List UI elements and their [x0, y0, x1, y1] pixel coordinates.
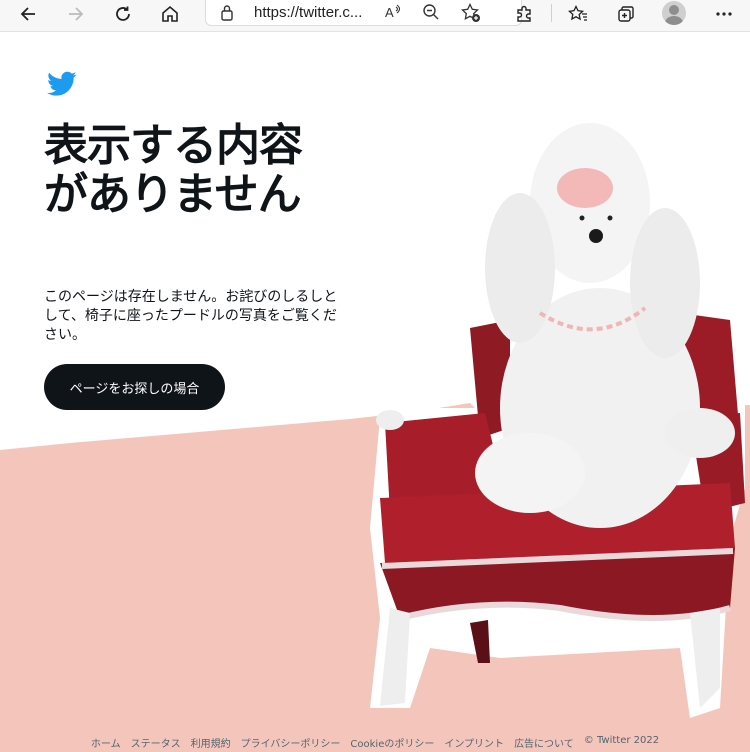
page-content: 表示する内容がありません このページは存在しません。お詫びのしるしとして、椅子に…: [0, 33, 750, 752]
twitter-logo-icon[interactable]: [47, 71, 77, 97]
home-button[interactable]: [155, 0, 185, 28]
forward-button[interactable]: [61, 0, 91, 28]
ellipsis-icon: [716, 12, 732, 16]
lock-icon[interactable]: [220, 4, 234, 25]
read-aloud-icon[interactable]: A: [384, 3, 402, 25]
footer-link-terms[interactable]: 利用規約: [191, 735, 231, 751]
more-button[interactable]: [709, 0, 739, 28]
footer-link-status[interactable]: ステータス: [131, 735, 181, 751]
arrow-left-icon: [20, 7, 35, 21]
favorites-button[interactable]: [563, 0, 593, 28]
home-icon: [162, 5, 178, 22]
favorites-star-icon: [568, 5, 587, 21]
copyright: © Twitter 2022: [583, 735, 660, 746]
refresh-button[interactable]: [108, 0, 138, 28]
page-title: 表示する内容がありません: [44, 120, 303, 220]
address-bar[interactable]: https://twitter.c... A: [205, 0, 522, 26]
url-text[interactable]: https://twitter.c...: [254, 4, 362, 21]
footer-link-cookies[interactable]: Cookieのポリシー: [350, 735, 434, 751]
favorite-add-icon[interactable]: [461, 2, 481, 27]
back-button[interactable]: [13, 0, 43, 28]
puzzle-icon: [517, 5, 531, 22]
profile-avatar[interactable]: [662, 1, 686, 25]
footer: ホーム ステータス 利用規約 プライバシーポリシー Cookieのポリシー イン…: [0, 735, 750, 751]
footer-link-imprint[interactable]: インプリント: [444, 735, 504, 751]
zoom-out-icon[interactable]: [422, 3, 440, 25]
footer-link-privacy[interactable]: プライバシーポリシー: [241, 735, 341, 751]
browser-toolbar: https://twitter.c... A: [0, 0, 750, 32]
collections-button[interactable]: [611, 0, 641, 28]
search-button[interactable]: ページをお探しの場合: [44, 364, 225, 410]
footer-link-ads[interactable]: 広告について: [514, 735, 574, 751]
svg-text:A: A: [385, 5, 394, 20]
arrow-right-icon: [69, 7, 84, 21]
refresh-icon: [116, 6, 130, 21]
toolbar-divider: [551, 4, 552, 22]
extensions-button[interactable]: [509, 0, 539, 28]
poodle-on-chair-image: [370, 108, 745, 718]
footer-link-home[interactable]: ホーム: [91, 735, 121, 751]
collections-icon: [618, 6, 634, 22]
error-description: このページは存在しません。お詫びのしるしとして、椅子に座ったプードルの写真をご覧…: [44, 289, 338, 343]
